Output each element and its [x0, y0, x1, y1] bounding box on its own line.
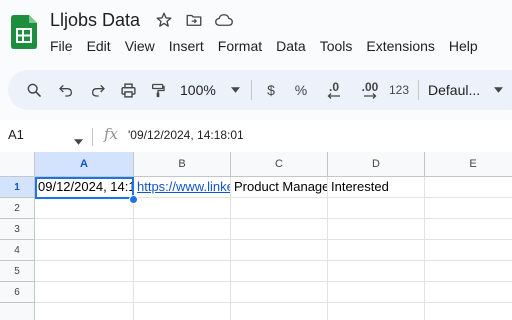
cell-e3[interactable]: [425, 219, 512, 240]
spreadsheet-grid: A B C D E 1 2 3 4 5 6 09/12/2024, 14:18:…: [0, 152, 512, 320]
cell-c7[interactable]: [231, 303, 328, 320]
cell-d1[interactable]: Interested: [328, 177, 425, 198]
cell-b7[interactable]: [134, 303, 231, 320]
cell-a3[interactable]: [35, 219, 134, 240]
row-header-2[interactable]: 2: [0, 198, 35, 219]
decrease-decimal-button[interactable]: .0: [324, 80, 344, 100]
row-header-6[interactable]: 6: [0, 282, 35, 303]
row-header-3[interactable]: 3: [0, 219, 35, 240]
fill-handle[interactable]: [129, 195, 138, 204]
cell-e5[interactable]: [425, 261, 512, 282]
cell-e1[interactable]: [425, 177, 512, 198]
column-header-b[interactable]: B: [134, 152, 231, 177]
menu-insert[interactable]: Insert: [169, 36, 218, 56]
percent-format-button[interactable]: %: [293, 80, 309, 100]
zoom-value: 100%: [180, 82, 216, 98]
menu-bar: File Edit View Insert Format Data Tools …: [50, 36, 492, 56]
menu-tools[interactable]: Tools: [320, 36, 367, 56]
font-select[interactable]: Defaul...: [428, 80, 488, 100]
currency-format-button[interactable]: $: [264, 80, 278, 100]
menu-file[interactable]: File: [50, 36, 87, 56]
increase-decimal-label: .00: [361, 79, 379, 94]
row-header-7[interactable]: [0, 303, 35, 320]
cell-e6[interactable]: [425, 282, 512, 303]
cell-e2[interactable]: [425, 198, 512, 219]
column-header-d[interactable]: D: [328, 152, 425, 177]
arrow-left-icon: [327, 92, 340, 99]
cell-a6[interactable]: [35, 282, 134, 303]
cloud-saved-icon[interactable]: [214, 10, 234, 30]
cell-a4[interactable]: [35, 240, 134, 261]
cell-d2[interactable]: [328, 198, 425, 219]
sheets-logo-icon[interactable]: [11, 15, 37, 49]
cell-a7[interactable]: [35, 303, 134, 320]
cell-c6[interactable]: [231, 282, 328, 303]
row-header-4[interactable]: 4: [0, 240, 35, 261]
font-dropdown-icon[interactable]: [492, 80, 504, 100]
fx-icon: fx: [104, 125, 119, 143]
number-format-button[interactable]: 123: [388, 80, 410, 100]
star-icon[interactable]: [154, 10, 174, 30]
move-to-folder-icon[interactable]: [184, 10, 204, 30]
zoom-dropdown-icon[interactable]: [229, 80, 241, 100]
row-header-1[interactable]: 1: [0, 177, 35, 198]
redo-icon[interactable]: [88, 80, 108, 100]
column-header-c[interactable]: C: [231, 152, 328, 177]
cell-d3[interactable]: [328, 219, 425, 240]
arrow-right-icon: [364, 92, 377, 99]
formula-bar: A1 fx '09/12/2024, 14:18:01: [0, 120, 512, 153]
column-header-a[interactable]: A: [35, 152, 134, 177]
menu-help[interactable]: Help: [449, 36, 492, 56]
cell-d4[interactable]: [328, 240, 425, 261]
row-header-5[interactable]: 5: [0, 261, 35, 282]
menu-view[interactable]: View: [125, 36, 169, 56]
column-header-e[interactable]: E: [425, 152, 512, 177]
cell-c1[interactable]: Product Manager: [231, 177, 328, 198]
cell-a1[interactable]: 09/12/2024, 14:18:01: [35, 177, 134, 198]
toolbar-divider: [251, 80, 252, 100]
select-all-corner[interactable]: [0, 152, 35, 177]
cell-c2[interactable]: [231, 198, 328, 219]
cell-b6[interactable]: [134, 282, 231, 303]
toolbar-divider: [418, 80, 419, 100]
menu-data[interactable]: Data: [276, 36, 320, 56]
cell-e7[interactable]: [425, 303, 512, 320]
cell-a2[interactable]: [35, 198, 134, 219]
search-icon[interactable]: [24, 80, 44, 100]
zoom-select[interactable]: 100%: [180, 80, 224, 100]
cell-d6[interactable]: [328, 282, 425, 303]
title-bar: Lljobs Data File Edit View Insert Format…: [0, 0, 512, 64]
name-box[interactable]: A1: [8, 127, 24, 142]
cell-b4[interactable]: [134, 240, 231, 261]
cell-d7[interactable]: [328, 303, 425, 320]
font-value: Defaul...: [428, 82, 481, 98]
menu-edit[interactable]: Edit: [87, 36, 125, 56]
cell-c4[interactable]: [231, 240, 328, 261]
print-icon[interactable]: [118, 80, 138, 100]
cell-b3[interactable]: [134, 219, 231, 240]
name-box-dropdown-icon[interactable]: [74, 132, 83, 150]
document-title[interactable]: Lljobs Data: [50, 8, 140, 32]
paint-format-icon[interactable]: [148, 80, 168, 100]
menu-extensions[interactable]: Extensions: [366, 36, 448, 56]
cell-b2[interactable]: [134, 198, 231, 219]
cell-c3[interactable]: [231, 219, 328, 240]
cell-b1[interactable]: https://www.linkedin.com: [134, 177, 231, 198]
increase-decimal-button[interactable]: .00: [358, 80, 382, 100]
formula-divider: [92, 128, 93, 146]
undo-icon[interactable]: [56, 80, 76, 100]
spreadsheet-app: Lljobs Data File Edit View Insert Format…: [0, 0, 512, 320]
decrease-decimal-label: .0: [328, 79, 339, 94]
cell-e4[interactable]: [425, 240, 512, 261]
cell-c5[interactable]: [231, 261, 328, 282]
cell-a5[interactable]: [35, 261, 134, 282]
menu-format[interactable]: Format: [218, 36, 276, 56]
toolbar: 100% $ % .0 .00 123 Defaul...: [8, 70, 512, 110]
formula-input[interactable]: '09/12/2024, 14:18:01: [128, 128, 244, 142]
cell-d5[interactable]: [328, 261, 425, 282]
cell-b5[interactable]: [134, 261, 231, 282]
